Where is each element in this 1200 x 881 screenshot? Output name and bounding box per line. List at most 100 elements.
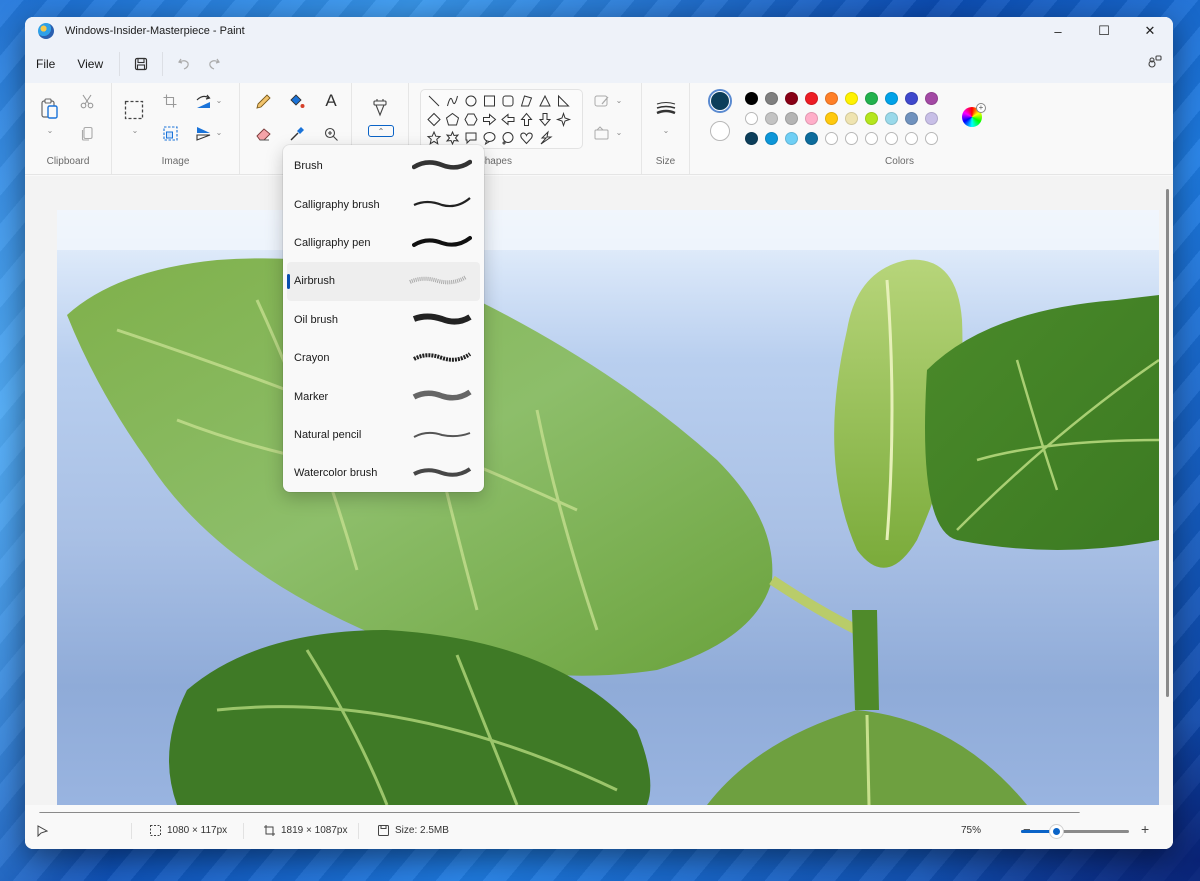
shape-pentagon-icon[interactable]: [445, 112, 460, 126]
custom-color-slot[interactable]: [885, 132, 898, 145]
brush-option-airbrush[interactable]: Airbrush: [287, 262, 480, 301]
select-button[interactable]: [124, 100, 144, 120]
shape-six-point-star-icon[interactable]: [445, 130, 460, 146]
shape-five-point-star-icon[interactable]: [426, 130, 442, 145]
outline-dropdown-chevron-icon[interactable]: ⌄: [614, 95, 624, 105]
brush-option-brush[interactable]: Brush: [283, 147, 484, 185]
fill-shape-button[interactable]: [593, 125, 611, 141]
shape-arrow-up-icon[interactable]: [520, 112, 533, 126]
menu-file[interactable]: File: [25, 57, 65, 71]
color-swatch[interactable]: [745, 132, 758, 145]
shape-arrow-down-icon[interactable]: [538, 113, 552, 127]
cut-button[interactable]: [79, 93, 95, 109]
color-swatch[interactable]: [765, 112, 778, 125]
shape-diamond-icon[interactable]: [427, 112, 441, 127]
minimize-button[interactable]: –: [1035, 17, 1081, 45]
color-swatch[interactable]: [745, 92, 758, 105]
flip-dropdown-chevron-icon[interactable]: ⌄: [214, 127, 224, 137]
color-swatch[interactable]: [925, 112, 938, 125]
save-button[interactable]: [126, 50, 156, 78]
color-swatch[interactable]: [845, 92, 858, 105]
color-swatch[interactable]: [845, 112, 858, 125]
color-swatch[interactable]: [805, 112, 818, 125]
shape-callout-oval-icon[interactable]: [483, 132, 496, 146]
paste-dropdown-chevron-icon[interactable]: ⌄: [45, 125, 55, 135]
color-swatch[interactable]: [925, 92, 938, 105]
zoom-level[interactable]: 75%: [961, 825, 981, 836]
edit-colors-button[interactable]: +: [962, 103, 986, 127]
fill-dropdown-chevron-icon[interactable]: ⌄: [614, 127, 624, 137]
color-swatch[interactable]: [825, 92, 838, 105]
shape-triangle-icon[interactable]: [539, 94, 551, 107]
zoom-in-button[interactable]: +: [1141, 821, 1149, 837]
color-swatch[interactable]: [745, 112, 758, 125]
shape-curve-icon[interactable]: [447, 95, 458, 107]
brush-option-natural-pencil[interactable]: Natural pencil: [283, 416, 484, 454]
magnifier-button[interactable]: [322, 125, 340, 143]
resize-button[interactable]: [162, 125, 178, 141]
brushes-button[interactable]: [371, 97, 389, 119]
undo-button[interactable]: [169, 50, 199, 78]
custom-color-slot[interactable]: [905, 132, 918, 145]
color-picker-button[interactable]: [288, 125, 306, 143]
size-button[interactable]: [655, 100, 677, 118]
copy-button[interactable]: [79, 125, 95, 141]
brush-option-calligraphy-pen[interactable]: Calligraphy pen: [283, 224, 484, 262]
shape-line-icon[interactable]: [428, 95, 440, 107]
color-swatch[interactable]: [805, 132, 818, 145]
shape-heart-icon[interactable]: [520, 132, 533, 145]
shape-rectangle-icon[interactable]: [484, 95, 495, 107]
zoom-slider[interactable]: [1021, 825, 1129, 838]
custom-color-slot[interactable]: [825, 132, 838, 145]
shape-lightning-icon[interactable]: [540, 130, 553, 145]
close-button[interactable]: ✕: [1127, 17, 1173, 45]
paste-button[interactable]: [39, 98, 61, 120]
brush-option-watercolor-brush[interactable]: Watercolor brush: [283, 454, 484, 492]
brushes-dropdown-toggle[interactable]: ⌃: [368, 125, 394, 137]
custom-color-slot[interactable]: [925, 132, 938, 145]
shape-four-point-star-icon[interactable]: [555, 111, 572, 128]
brush-option-oil-brush[interactable]: Oil brush: [283, 301, 484, 339]
shape-callout-cloud-icon[interactable]: [502, 132, 514, 145]
custom-color-slot[interactable]: [865, 132, 878, 145]
primary-color-button[interactable]: [708, 89, 732, 113]
color-swatch[interactable]: [865, 112, 878, 125]
color-swatch[interactable]: [865, 92, 878, 105]
color-swatch[interactable]: [905, 112, 918, 125]
color-swatch[interactable]: [785, 132, 798, 145]
color-swatch[interactable]: [825, 112, 838, 125]
outline-button[interactable]: [593, 93, 611, 109]
color-swatch[interactable]: [885, 92, 898, 105]
menu-view[interactable]: View: [65, 57, 113, 71]
shape-hexagon-icon[interactable]: [464, 113, 478, 126]
color-swatch[interactable]: [885, 112, 898, 125]
shape-oval-icon[interactable]: [465, 95, 477, 107]
maximize-button[interactable]: ☐: [1081, 17, 1127, 45]
crop-button[interactable]: [162, 93, 178, 109]
shape-right-triangle-icon[interactable]: [558, 94, 570, 107]
custom-color-slot[interactable]: [845, 132, 858, 145]
eraser-button[interactable]: [254, 125, 272, 143]
redo-button[interactable]: [199, 50, 229, 78]
brush-option-marker[interactable]: Marker: [283, 377, 484, 415]
shape-rounded-rectangle-icon[interactable]: [502, 95, 514, 107]
color-swatch[interactable]: [765, 92, 778, 105]
color-swatch[interactable]: [805, 92, 818, 105]
drawing-canvas[interactable]: [57, 210, 1159, 805]
rotate-dropdown-chevron-icon[interactable]: ⌄: [214, 95, 224, 105]
vertical-scrollbar[interactable]: [1166, 189, 1169, 697]
color-swatch[interactable]: [905, 92, 918, 105]
text-button[interactable]: A: [322, 91, 340, 110]
select-dropdown-chevron-icon[interactable]: ⌄: [130, 125, 140, 135]
color-swatch[interactable]: [785, 92, 798, 105]
rotate-button[interactable]: [194, 93, 212, 109]
color-swatch[interactable]: [765, 132, 778, 145]
shape-arrow-right-icon[interactable]: [483, 113, 497, 126]
brush-option-calligraphy-brush[interactable]: Calligraphy brush: [283, 185, 484, 223]
size-dropdown-chevron-icon[interactable]: ⌄: [661, 125, 671, 135]
brush-option-crayon[interactable]: Crayon: [283, 339, 484, 377]
pencil-button[interactable]: [254, 93, 272, 111]
color-swatch[interactable]: [785, 112, 798, 125]
copilot-button[interactable]: [1147, 54, 1163, 75]
zoom-slider-thumb[interactable]: [1049, 825, 1063, 838]
